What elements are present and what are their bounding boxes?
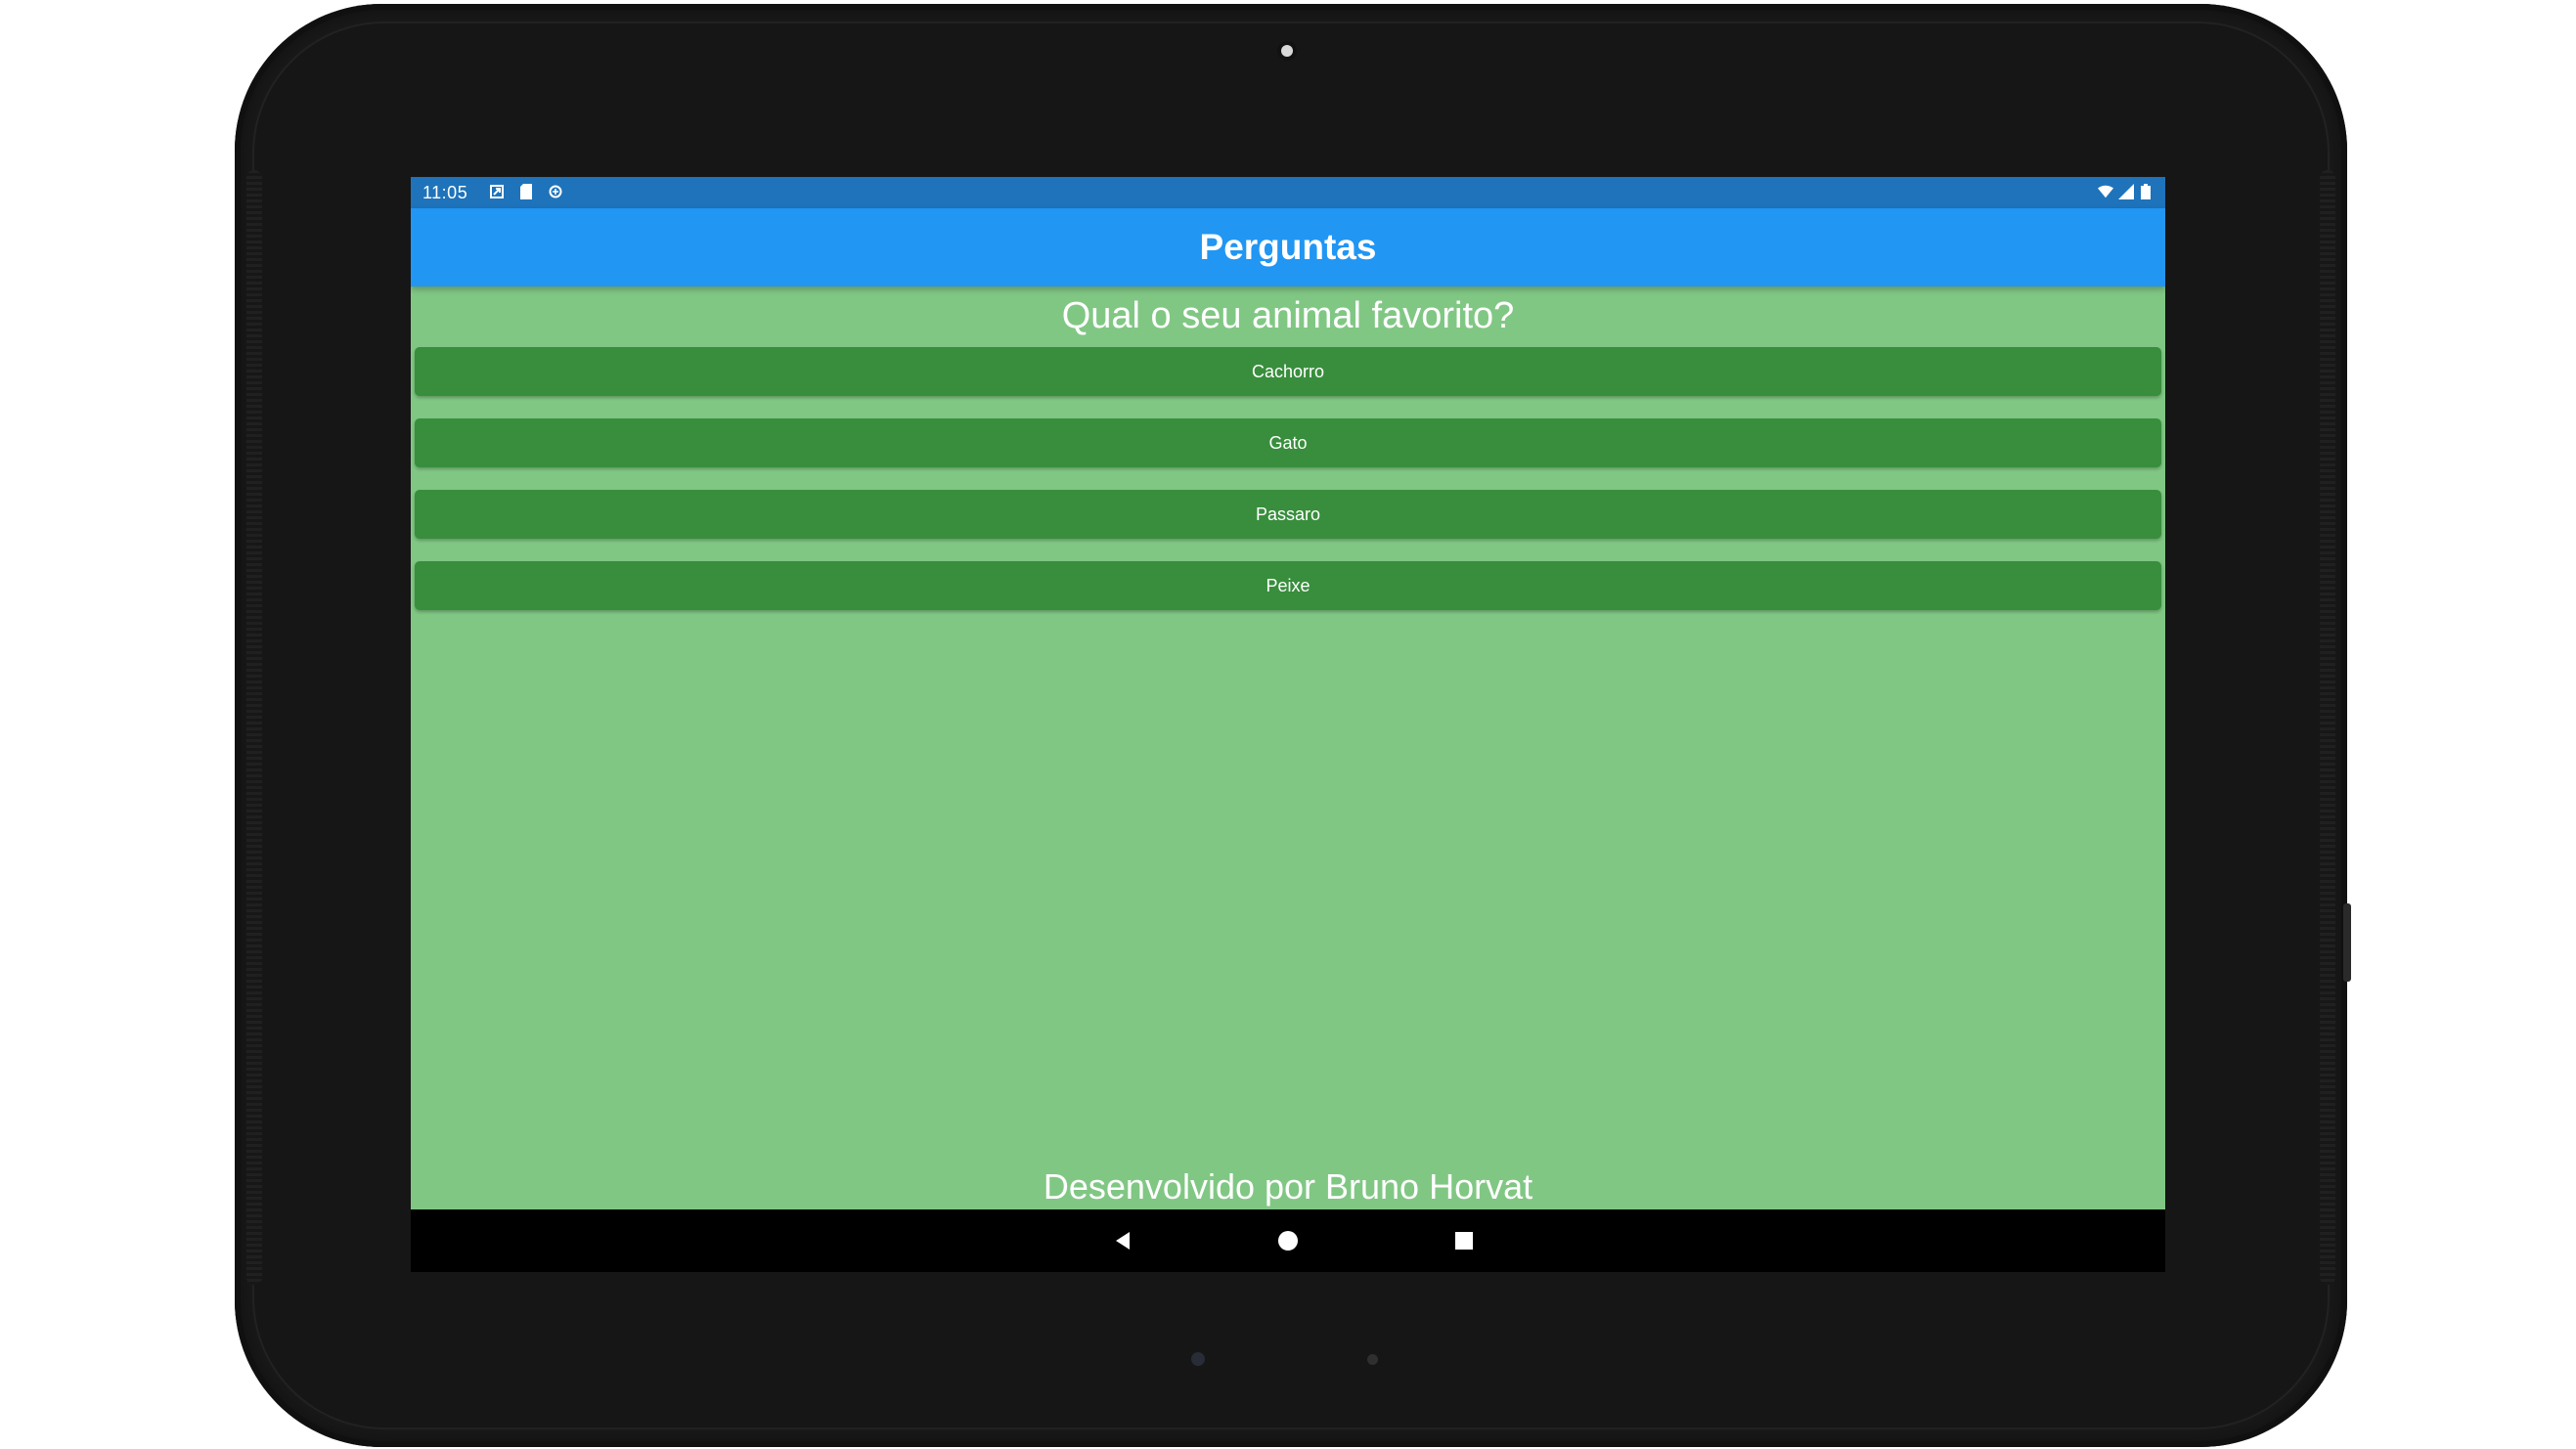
left-speaker-grille	[246, 170, 262, 1285]
sd-card-icon	[518, 183, 534, 200]
status-time: 11:05	[422, 183, 468, 202]
developer-credit: Desenvolvido por Bruno Horvat	[1043, 1166, 1533, 1207]
cell-signal-icon	[2118, 183, 2134, 200]
app-title: Perguntas	[1199, 227, 1377, 267]
wifi-icon	[2098, 183, 2113, 200]
power-button	[2343, 903, 2351, 982]
back-icon[interactable]	[1107, 1225, 1138, 1256]
bottom-sensor-left	[1191, 1352, 1205, 1366]
question-text: Qual o seu animal favorito?	[1061, 295, 1515, 336]
home-icon[interactable]	[1272, 1225, 1304, 1256]
right-speaker-grille	[2320, 170, 2335, 1285]
bottom-sensor-right	[1367, 1354, 1378, 1365]
system-nav-bar	[411, 1209, 2165, 1272]
status-bar: 11:05	[411, 177, 2165, 208]
recents-icon[interactable]	[1448, 1225, 1480, 1256]
answer-button-cachorro[interactable]: Cachorro	[415, 347, 2161, 396]
app-bar: Perguntas	[411, 208, 2165, 286]
battery-icon	[2138, 183, 2154, 200]
front-camera	[1281, 45, 1293, 57]
device-frame-stage: 11:05 Perguntas Qual o seu animal favori…	[0, 0, 2576, 1449]
app-screen: 11:05 Perguntas Qual o seu animal favori…	[411, 177, 2165, 1272]
data-saver-icon	[548, 183, 563, 200]
answer-list: Cachorro Gato Passaro Peixe	[415, 347, 2161, 633]
notification-icon	[489, 183, 505, 200]
answer-button-peixe[interactable]: Peixe	[415, 561, 2161, 610]
answer-button-passaro[interactable]: Passaro	[415, 490, 2161, 539]
answer-button-gato[interactable]: Gato	[415, 418, 2161, 467]
